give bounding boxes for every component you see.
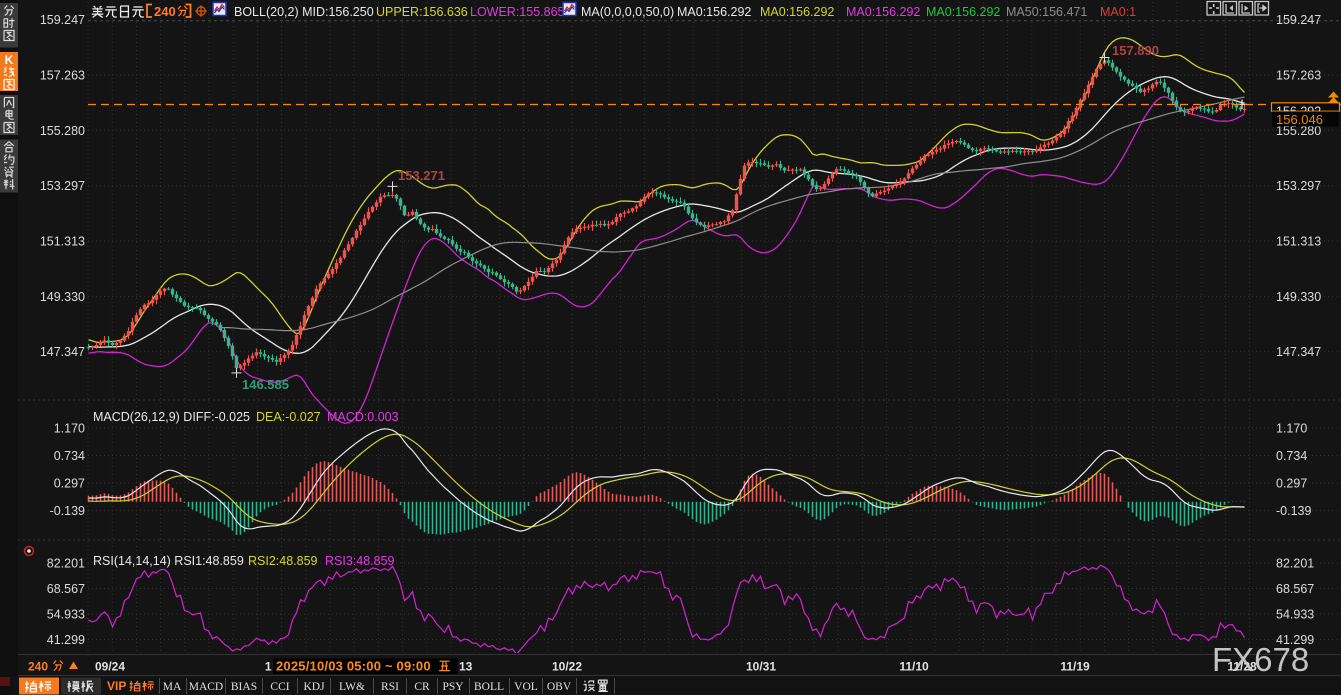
- svg-text:MA0:156.292: MA0:156.292: [760, 5, 834, 19]
- svg-text:BIAS: BIAS: [231, 681, 257, 693]
- svg-text:RSI(14,14,14) RSI1:48.859: RSI(14,14,14) RSI1:48.859: [93, 554, 244, 568]
- svg-text:159.247: 159.247: [1276, 13, 1321, 27]
- svg-text:VIP: VIP: [107, 679, 126, 693]
- svg-text:09/24: 09/24: [95, 660, 125, 674]
- svg-text:240: 240: [154, 4, 176, 19]
- svg-text:153.297: 153.297: [40, 179, 85, 193]
- svg-text:155.280: 155.280: [40, 124, 85, 138]
- svg-text:151.313: 151.313: [40, 235, 85, 249]
- svg-text:82.201: 82.201: [1276, 557, 1314, 571]
- svg-text:BOLL: BOLL: [474, 681, 504, 693]
- svg-text:MACD: MACD: [189, 681, 224, 693]
- svg-text:0.734: 0.734: [54, 449, 85, 463]
- svg-text:82.201: 82.201: [47, 557, 85, 571]
- svg-text:147.347: 147.347: [40, 345, 85, 359]
- svg-text:1.170: 1.170: [54, 422, 85, 436]
- svg-text:54.933: 54.933: [47, 608, 85, 622]
- svg-text:0.297: 0.297: [54, 477, 85, 491]
- svg-text:MA(0,0,0,0,50,0): MA(0,0,0,0,50,0): [581, 5, 674, 19]
- svg-text:K: K: [5, 53, 14, 67]
- svg-text:11/10: 11/10: [899, 660, 929, 674]
- svg-text:RSI: RSI: [381, 681, 399, 693]
- svg-text:MA0:1: MA0:1: [1100, 5, 1136, 19]
- svg-text:0.734: 0.734: [1276, 449, 1307, 463]
- svg-text:BOLL(20,2) MID:156.250: BOLL(20,2) MID:156.250: [234, 5, 374, 19]
- svg-text:153.297: 153.297: [1276, 179, 1321, 193]
- svg-text:0.297: 0.297: [1276, 477, 1307, 491]
- svg-text:-0.139: -0.139: [50, 504, 85, 518]
- svg-text:147.347: 147.347: [1276, 345, 1321, 359]
- svg-text:10/22: 10/22: [552, 660, 582, 674]
- svg-text:2025/10/03 05:00 ~ 09:00: 2025/10/03 05:00 ~ 09:00: [276, 659, 431, 674]
- svg-text:10/31: 10/31: [746, 660, 776, 674]
- svg-text:-0.139: -0.139: [1276, 504, 1311, 518]
- svg-text:159.247: 159.247: [40, 13, 85, 27]
- svg-text:OBV: OBV: [547, 681, 572, 693]
- svg-text:146.585: 146.585: [242, 377, 289, 392]
- svg-text:1.170: 1.170: [1276, 422, 1307, 436]
- svg-text:13: 13: [459, 660, 473, 674]
- svg-text:MA0:156.292: MA0:156.292: [926, 5, 1000, 19]
- svg-text:MA0:156.292: MA0:156.292: [846, 5, 920, 19]
- svg-text:LW&: LW&: [339, 681, 365, 693]
- svg-text:MACD:0.003: MACD:0.003: [327, 410, 399, 424]
- svg-text:VOL: VOL: [514, 681, 538, 693]
- svg-text:149.330: 149.330: [1276, 290, 1321, 304]
- svg-text:MA: MA: [163, 681, 182, 693]
- svg-text:CCI: CCI: [270, 681, 289, 693]
- svg-text:PSY: PSY: [442, 681, 464, 693]
- svg-text:FX678: FX678: [1212, 641, 1309, 678]
- svg-text:157.263: 157.263: [1276, 69, 1321, 83]
- svg-text:MA50:156.471: MA50:156.471: [1006, 5, 1087, 19]
- svg-text:MACD(26,12,9) DIFF:-0.025: MACD(26,12,9) DIFF:-0.025: [93, 410, 250, 424]
- svg-text:RSI2:48.859: RSI2:48.859: [248, 554, 318, 568]
- svg-text:149.330: 149.330: [40, 290, 85, 304]
- svg-text:KDJ: KDJ: [303, 681, 325, 693]
- svg-text:LOWER:155.865: LOWER:155.865: [470, 5, 565, 19]
- svg-text:DEA:-0.027: DEA:-0.027: [256, 410, 321, 424]
- svg-text:41.299: 41.299: [47, 633, 85, 647]
- svg-text:UPPER:156.636: UPPER:156.636: [376, 5, 468, 19]
- svg-text:68.567: 68.567: [1276, 582, 1314, 596]
- svg-text:156.046: 156.046: [1276, 112, 1323, 127]
- svg-text:240: 240: [28, 660, 48, 674]
- svg-text:54.933: 54.933: [1276, 608, 1314, 622]
- svg-text:11/19: 11/19: [1060, 660, 1090, 674]
- svg-text:151.313: 151.313: [1276, 235, 1321, 249]
- svg-text:CR: CR: [414, 681, 430, 693]
- svg-text:157.263: 157.263: [40, 69, 85, 83]
- svg-text:RSI3:48.859: RSI3:48.859: [325, 554, 395, 568]
- svg-text:1: 1: [265, 660, 272, 674]
- svg-text:MA0:156.292: MA0:156.292: [677, 5, 751, 19]
- svg-text:157.890: 157.890: [1112, 43, 1159, 58]
- svg-text:153.271: 153.271: [398, 168, 445, 183]
- svg-text:68.567: 68.567: [47, 582, 85, 596]
